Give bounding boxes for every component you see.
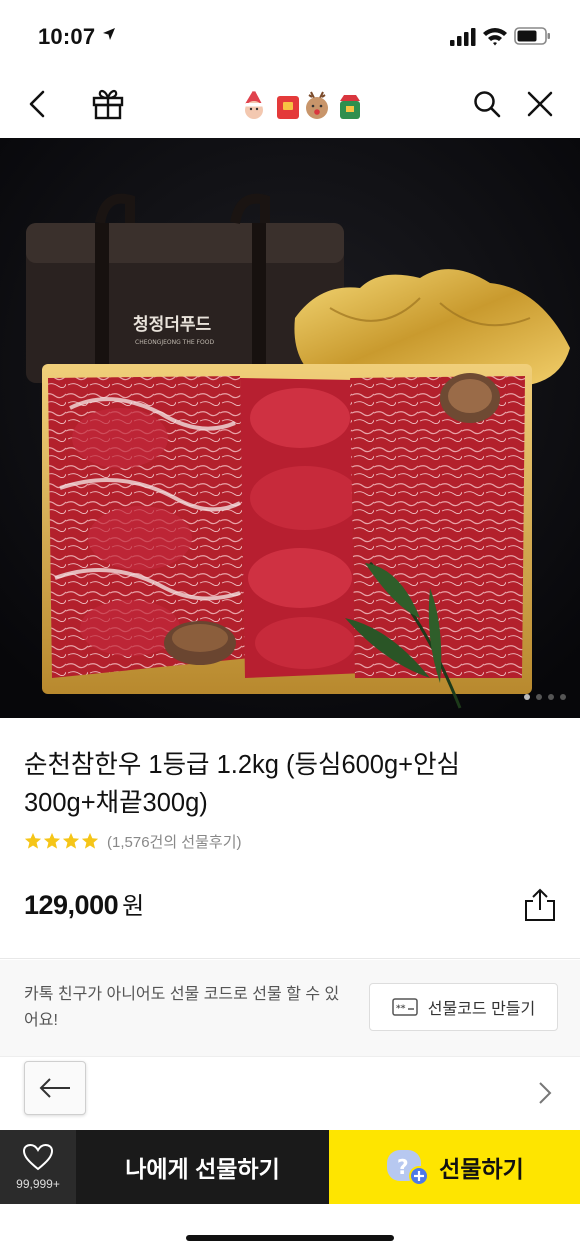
carousel-dot (548, 694, 554, 700)
cellular-signal-icon (450, 28, 476, 51)
christmas-sticker (340, 95, 360, 119)
close-icon (527, 91, 553, 117)
price: 129,000 원 (24, 886, 144, 921)
next-section-button[interactable] (538, 1081, 552, 1110)
holiday-stickers (240, 86, 366, 122)
gift-to-self-button[interactable]: 나에게 선물하기 (76, 1130, 329, 1204)
top-navigation (0, 72, 580, 138)
gift-code-section: 카톡 친구가 아니어도 선물 코드로 선물 할 수 있어요! ** 선물코드 만… (0, 960, 580, 1056)
rating-stars (24, 832, 99, 850)
mushroom-image (164, 621, 236, 665)
create-gift-code-button[interactable]: ** 선물코드 만들기 (369, 983, 558, 1031)
product-image-carousel[interactable]: 청정더푸드 CHEONGJEONG THE FOOD (0, 138, 580, 718)
carousel-dot (536, 694, 542, 700)
divider (0, 958, 580, 959)
gift-to-self-label: 나에게 선물하기 (125, 1156, 280, 1182)
floating-back-button[interactable] (24, 1061, 86, 1115)
review-count[interactable]: (1,576건의 선물후기) (107, 831, 242, 852)
battery-icon (514, 26, 552, 51)
search-icon (474, 91, 501, 118)
gift-code-description: 카톡 친구가 아니어도 선물 코드로 선물 할 수 있어요! (24, 986, 340, 1029)
chevron-right-icon (539, 1082, 552, 1104)
send-gift-button[interactable]: ? 선물하기 (329, 1130, 580, 1204)
star-icon (62, 832, 80, 849)
gift-box-button[interactable] (90, 86, 126, 122)
wish-button[interactable]: 99,999+ (0, 1130, 76, 1204)
svg-text:청정더푸드: 청정더푸드 (133, 314, 212, 335)
section-navigation-strip (0, 1056, 580, 1130)
location-arrow-icon (102, 27, 116, 46)
search-button[interactable] (469, 86, 505, 122)
red-envelope-sticker (277, 96, 299, 119)
close-button[interactable] (522, 86, 558, 122)
price-value: 129,000 (24, 890, 119, 920)
product-photo: 청정더푸드 CHEONGJEONG THE FOOD (0, 138, 580, 718)
back-button[interactable] (20, 86, 56, 122)
wifi-icon (482, 26, 508, 51)
carousel-dot (560, 694, 566, 700)
star-icon (81, 832, 99, 849)
wish-count: 99,999+ (16, 1177, 60, 1191)
send-gift-label: 선물하기 (439, 1156, 524, 1182)
star-icon (43, 832, 61, 849)
home-indicator[interactable] (186, 1235, 394, 1241)
price-unit: 원 (122, 893, 145, 920)
cooler-bag-image: 청정더푸드 CHEONGJEONG THE FOOD (26, 193, 344, 383)
star-icon (24, 832, 42, 849)
heart-icon (22, 1143, 54, 1171)
add-friend-gift-icon: ? (387, 1150, 430, 1186)
gift-code-icon: ** (392, 998, 418, 1016)
bottom-action-bar: 99,999+ 나에게 선물하기 ? 선물하기 (0, 1130, 580, 1204)
reindeer-sticker (306, 91, 328, 119)
arrow-left-icon (39, 1078, 70, 1098)
carousel-page-indicator (524, 694, 566, 700)
svg-text:?: ? (397, 1155, 409, 1179)
product-title: 순천참한우 1등급 1.2kg (등심600g+안심300g+채끝300g) (24, 751, 460, 817)
carousel-dot (524, 694, 530, 700)
beef-slices-image (48, 373, 525, 678)
svg-text:**: ** (396, 1004, 406, 1014)
share-icon (525, 888, 555, 921)
chevron-left-icon (29, 90, 45, 118)
rating-row[interactable]: (1,576건의 선물후기) (24, 830, 242, 852)
gift-box-icon (92, 89, 124, 120)
svg-text:CHEONGJEONG THE FOOD: CHEONGJEONG THE FOOD (135, 339, 214, 346)
create-gift-code-label: 선물코드 만들기 (427, 1001, 536, 1018)
share-button[interactable] (522, 886, 558, 924)
status-bar: 10:07 (0, 0, 580, 72)
santa-sticker (245, 86, 263, 119)
status-time: 10:07 (38, 24, 96, 49)
